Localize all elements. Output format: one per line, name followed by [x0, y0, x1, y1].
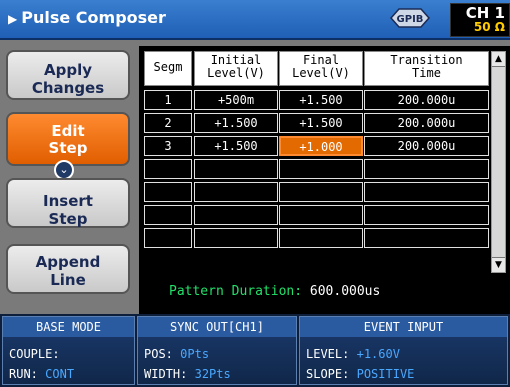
channel-indicator: CH 1 50 Ω [450, 3, 510, 37]
run-value: CONT [45, 367, 75, 381]
apply-changes-button[interactable]: Apply Changes [6, 50, 130, 100]
append-line-line1: Append [35, 253, 101, 271]
table-cell[interactable]: 1 [144, 90, 192, 110]
gpib-label: GPIB [397, 14, 424, 25]
run-label: RUN: [9, 367, 38, 381]
column-header-line1: Segm [153, 60, 183, 74]
run-line: RUN: CONT [9, 367, 74, 381]
scroll-down-icon[interactable]: ▼ [492, 257, 505, 272]
insert-step-line2: Step [48, 210, 88, 228]
table-cell[interactable]: +500m [194, 90, 278, 110]
table-cell[interactable] [364, 159, 489, 179]
event-input-header: EVENT INPUT [300, 317, 507, 337]
couple-label: COUPLE: [9, 347, 60, 361]
table-cell[interactable]: +1.000 [279, 136, 363, 156]
table-cell[interactable]: +1.500 [279, 113, 363, 133]
column-header: Transition Time [364, 51, 489, 86]
table-cell[interactable] [279, 228, 363, 248]
edit-step-line2: Step [48, 139, 88, 157]
width-label: WIDTH: [144, 367, 188, 381]
width-line: WIDTH: 32Pts [144, 367, 231, 381]
window-title: ▶ Pulse Composer [8, 8, 166, 27]
sync-out-header: SYNC OUT[CH1] [138, 317, 296, 337]
sync-out-panel: SYNC OUT[CH1] POS: 0Pts WIDTH: 32Pts [137, 316, 297, 385]
table-cell[interactable] [364, 182, 489, 202]
table-cell[interactable] [144, 159, 192, 179]
level-label: LEVEL: [306, 347, 350, 361]
table-cell[interactable] [194, 159, 278, 179]
title-bar: ▶ Pulse Composer GPIB CH 1 50 Ω [0, 0, 510, 40]
insert-step-line1: Insert [43, 192, 93, 210]
table-cell[interactable] [144, 228, 192, 248]
append-line-button[interactable]: Append Line [6, 244, 130, 294]
table-cell[interactable] [279, 159, 363, 179]
column-header-line2: Level(V) [207, 66, 265, 80]
table-cell[interactable] [144, 182, 192, 202]
apply-changes-line2: Changes [31, 79, 105, 97]
table-cell[interactable]: 2 [144, 113, 192, 133]
table-cell[interactable]: 200.000u [364, 90, 489, 110]
level-value: +1.60V [356, 347, 400, 361]
pattern-duration-value: 600.000us [309, 284, 381, 299]
table-cell[interactable] [279, 205, 363, 225]
gpib-icon: GPIB [389, 8, 431, 28]
column-header-line2: Level(V) [292, 66, 350, 80]
table-cell[interactable]: 200.000u [364, 136, 489, 156]
table-cell[interactable] [279, 182, 363, 202]
scroll-up-icon[interactable]: ▲ [492, 52, 505, 67]
table-cell[interactable]: +1.500 [194, 136, 278, 156]
chevron-down-icon[interactable]: ⌄ [54, 160, 74, 180]
table-cell[interactable] [194, 205, 278, 225]
pos-line: POS: 0Pts [144, 347, 209, 361]
table-cell[interactable]: +1.500 [194, 113, 278, 133]
table-cell[interactable] [364, 205, 489, 225]
table-cell[interactable] [144, 205, 192, 225]
apply-changes-line1: Apply [43, 61, 92, 79]
width-value: 32Pts [194, 367, 231, 381]
pos-value: 0Pts [180, 347, 210, 361]
play-arrow-icon: ▶ [8, 12, 18, 26]
column-header: Final Level(V) [279, 51, 363, 86]
base-mode-header: BASE MODE [3, 317, 134, 337]
couple-line: COUPLE: [9, 347, 60, 361]
column-header: Segm [144, 51, 192, 86]
pos-label: POS: [144, 347, 173, 361]
slope-line: SLOPE: POSITIVE [306, 367, 414, 381]
table-cell[interactable]: 200.000u [364, 113, 489, 133]
table-cell[interactable] [364, 228, 489, 248]
append-line-line2: Line [50, 271, 86, 289]
app-window: ▶ Pulse Composer GPIB CH 1 50 Ω Apply Cha… [0, 0, 510, 387]
table-cell[interactable]: 3 [144, 136, 192, 156]
event-input-panel: EVENT INPUT LEVEL: +1.60V SLOPE: POSITIV… [299, 316, 508, 385]
pattern-duration-label: Pattern Duration: [169, 284, 303, 299]
table-cell[interactable]: +1.500 [279, 90, 363, 110]
segment-table-panel: Segm Initial Level(V) Final Level(V) Transiti… [139, 46, 510, 314]
edit-step-button[interactable]: Edit Step [6, 112, 130, 166]
edit-step-line1: Edit [51, 122, 85, 140]
table-cell[interactable] [194, 228, 278, 248]
slope-value: POSITIVE [356, 367, 415, 381]
slope-label: SLOPE: [306, 367, 350, 381]
pattern-duration: Pattern Duration: 600.000us [169, 284, 380, 299]
column-header-line2: Time [412, 66, 441, 80]
table-cell[interactable] [194, 182, 278, 202]
base-mode-panel: BASE MODE COUPLE: RUN: CONT [2, 316, 135, 385]
insert-step-button[interactable]: Insert Step [6, 178, 130, 228]
level-line: LEVEL: +1.60V [306, 347, 400, 361]
table-scrollbar[interactable]: ▲ ▼ [491, 51, 506, 273]
window-title-text: Pulse Composer [21, 8, 166, 27]
column-header: Initial Level(V) [194, 51, 278, 86]
status-bar: BASE MODE COUPLE: RUN: CONT SYNC OUT[CH1… [0, 314, 510, 387]
impedance-label: 50 Ω [473, 20, 505, 34]
